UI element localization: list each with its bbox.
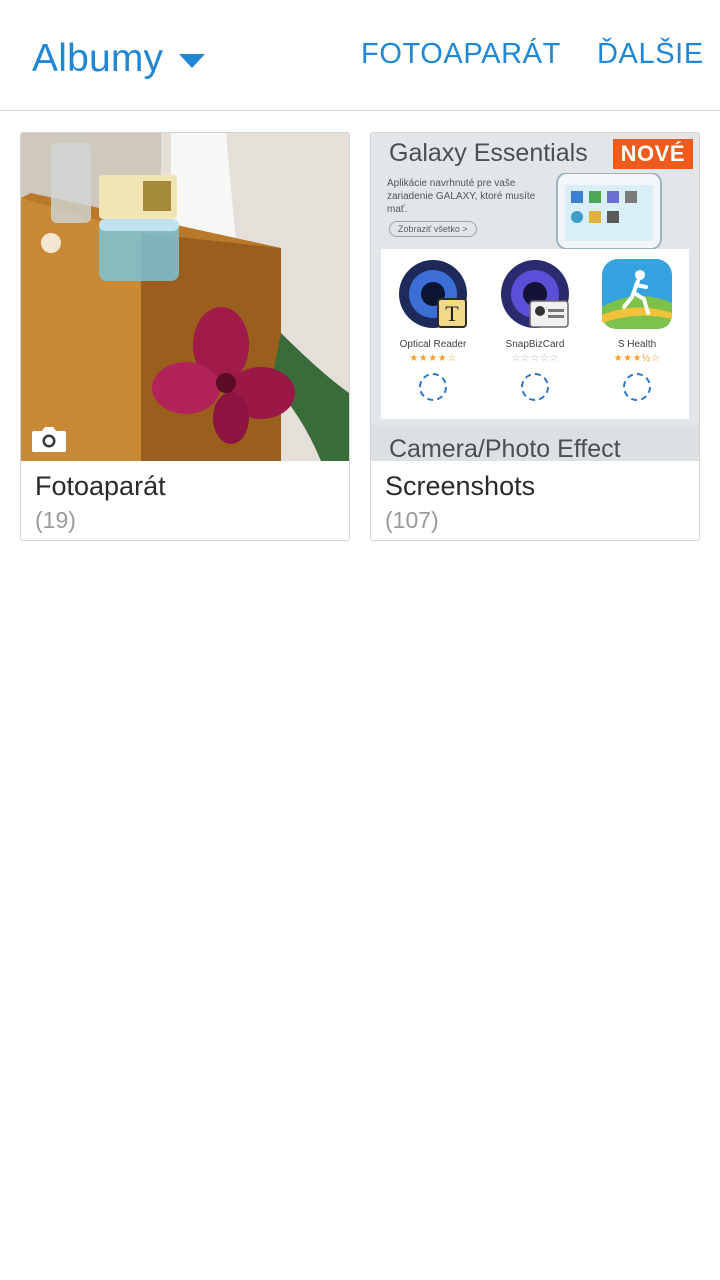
optical-reader-icon: T [399, 260, 467, 328]
album-card-screenshots[interactable]: Galaxy Essentials NOVÉ Aplikácie navrhnu… [370, 132, 700, 541]
app-stars: ★★★½☆ [613, 353, 661, 364]
svg-text:T: T [445, 301, 459, 326]
app-s-health [589, 257, 685, 336]
camera-action-button[interactable]: FOTOAPARÁT [361, 38, 561, 71]
view-title: Albumy [32, 37, 164, 80]
app-label: S Health [617, 339, 657, 350]
more-action-button[interactable]: ĎALŠIE [597, 38, 704, 71]
album-name: Screenshots [385, 471, 536, 501]
new-badge: NOVÉ [612, 139, 693, 169]
view-selector-dropdown[interactable]: Albumy [32, 34, 206, 84]
album-card-camera[interactable]: Fotoaparát (19) [20, 132, 350, 541]
snapbizcard-icon [501, 260, 569, 328]
album-thumbnail-photo [21, 133, 349, 461]
camera-icon [31, 425, 67, 458]
download-icon [419, 373, 447, 401]
download-icon [623, 373, 651, 401]
download-icon [521, 373, 549, 401]
app-stars: ★★★★☆ [409, 353, 457, 364]
album-count: (107) [385, 507, 439, 533]
app-snapbizcard [487, 257, 583, 336]
album-count: (19) [35, 507, 76, 533]
app-bar: Albumy FOTOAPARÁT ĎALŠIE [0, 0, 720, 111]
apps-panel: T Optical Reader ★★★★☆ SnapBizCard ☆☆☆☆☆… [381, 249, 689, 419]
thumbnail-button: Zobraziť všetko > [389, 221, 477, 237]
thumbnail-title: Galaxy Essentials [389, 139, 588, 167]
thumbnail-subtitle: Aplikácie navrhnuté pre vaše zariadenie … [387, 178, 536, 215]
album-thumbnail-screenshot: Galaxy Essentials NOVÉ Aplikácie navrhnu… [371, 133, 699, 461]
phone-illustration-icon [556, 173, 662, 250]
s-health-icon [602, 259, 672, 329]
dropdown-caret-icon [179, 54, 206, 68]
app-stars: ☆☆☆☆☆ [511, 353, 559, 364]
thumbnail-footer: Camera/Photo Effect [389, 435, 621, 461]
photo-thumbnail-image [21, 133, 349, 461]
album-name: Fotoaparát [35, 471, 166, 501]
app-label: SnapBizCard [505, 339, 565, 350]
app-optical-reader: T [385, 257, 481, 336]
app-label: Optical Reader [399, 339, 467, 350]
